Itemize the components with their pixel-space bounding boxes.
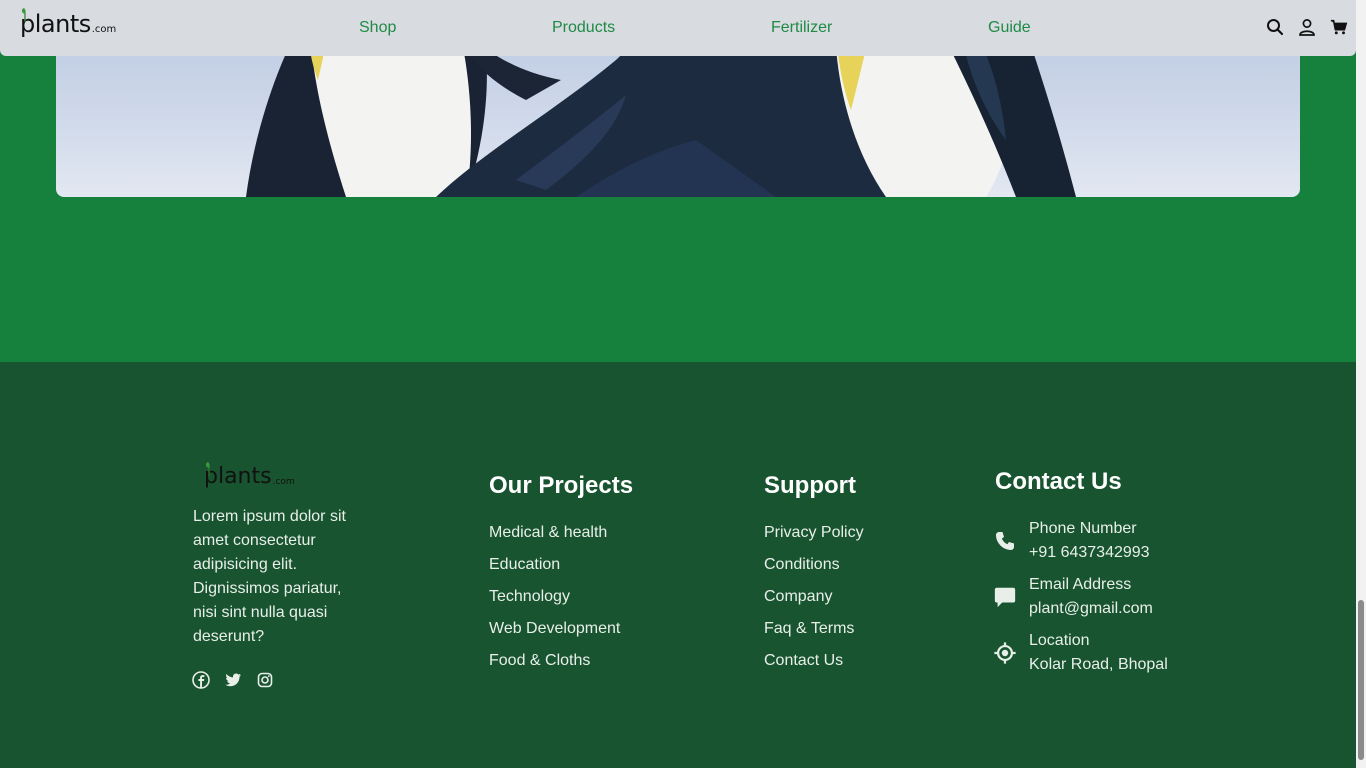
contact-location-label: Location <box>1029 632 1090 649</box>
twitter-icon[interactable] <box>224 671 242 689</box>
social-links <box>192 671 274 689</box>
projects-link[interactable]: Education <box>489 549 620 581</box>
contact-email-value[interactable]: plant@gmail.com <box>1029 597 1153 621</box>
instagram-icon[interactable] <box>256 671 274 689</box>
search-icon[interactable] <box>1266 18 1284 36</box>
contact-location: Location Kolar Road, Bhopal <box>993 629 1168 677</box>
phone-icon <box>993 529 1017 553</box>
user-icon[interactable] <box>1298 18 1316 36</box>
projects-link[interactable]: Technology <box>489 581 620 613</box>
site-logo[interactable]: plants .com <box>20 8 117 38</box>
contact-phone: Phone Number +91 6437342993 <box>993 517 1150 565</box>
footer-logo-text: plants <box>204 464 272 489</box>
footer-logo[interactable]: plants .com <box>204 462 295 490</box>
support-link[interactable]: Company <box>764 581 864 613</box>
navbar: plants .com Shop Products Fertilizer Gui… <box>0 0 1356 56</box>
contact-email-label: Email Address <box>1029 576 1132 593</box>
nav-guide[interactable]: Guide <box>988 19 1031 37</box>
leaf-icon <box>21 8 26 22</box>
support-link[interactable]: Faq & Terms <box>764 613 864 645</box>
footer-logo-domain: .com <box>272 477 295 487</box>
projects-link[interactable]: Medical & health <box>489 517 620 549</box>
leaf-icon <box>205 462 210 476</box>
scrollbar-thumb[interactable] <box>1358 600 1364 760</box>
nav-fertilizer[interactable]: Fertilizer <box>771 19 832 37</box>
chat-icon <box>993 585 1017 609</box>
facebook-icon[interactable] <box>192 671 210 689</box>
support-heading: Support <box>764 472 856 499</box>
logo-domain: .com <box>91 24 117 35</box>
projects-heading: Our Projects <box>489 472 634 499</box>
page-scrollbar[interactable] <box>1356 0 1366 768</box>
contact-heading: Contact Us <box>995 468 1122 495</box>
support-link[interactable]: Contact Us <box>764 645 864 677</box>
nav-shop[interactable]: Shop <box>359 19 396 37</box>
contact-phone-value[interactable]: +91 6437342993 <box>1029 541 1150 565</box>
projects-link[interactable]: Food & Cloths <box>489 645 620 677</box>
contact-email: Email Address plant@gmail.com <box>993 573 1153 621</box>
support-link[interactable]: Conditions <box>764 549 864 581</box>
support-link[interactable]: Privacy Policy <box>764 517 864 549</box>
location-icon <box>993 641 1017 665</box>
contact-location-value: Kolar Road, Bhopal <box>1029 656 1168 673</box>
header-actions <box>1266 18 1348 36</box>
logo-text: plants <box>20 10 91 38</box>
support-list: Privacy Policy Conditions Company Faq & … <box>764 517 864 677</box>
projects-link[interactable]: Web Development <box>489 613 620 645</box>
site-footer: plants .com Lorem ipsum dolor sit amet c… <box>0 362 1356 768</box>
nav-products[interactable]: Products <box>552 19 615 37</box>
footer-about-text: Lorem ipsum dolor sit amet consectetur a… <box>193 508 346 645</box>
cart-icon[interactable] <box>1330 18 1348 36</box>
projects-list: Medical & health Education Technology We… <box>489 517 620 677</box>
contact-phone-label: Phone Number <box>1029 520 1137 537</box>
